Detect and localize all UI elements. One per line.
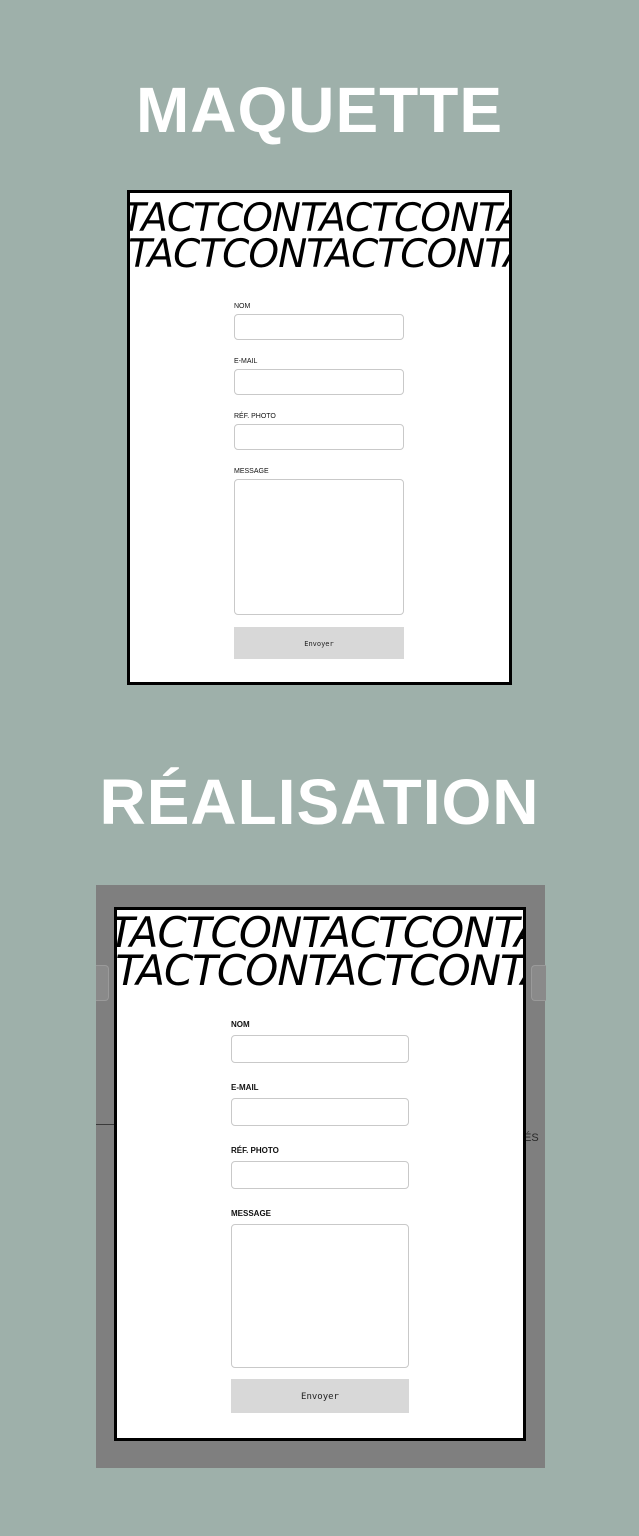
contact-form: NOM E-MAIL RÉF. PHOTO MESSAGE Envoyer <box>231 1020 409 1413</box>
mockup-contact-modal: TACTCONTACTCONTACTCONTACT NTACTCONTACTCO… <box>127 190 512 685</box>
email-input[interactable] <box>234 369 404 395</box>
background-card-right <box>531 965 546 1001</box>
photo-ref-input[interactable] <box>234 424 404 450</box>
message-label: MESSAGE <box>234 468 269 475</box>
message-label: MESSAGE <box>231 1209 272 1218</box>
contact-modal: TACTCONTACTCONTACTCONTACT NTACTCONTACTCO… <box>114 907 526 1441</box>
send-button[interactable]: Envoyer <box>231 1379 409 1413</box>
realisation-title: RÉALISATION <box>99 766 540 838</box>
name-label: NOM <box>234 303 251 310</box>
background-partial-text: ÉS <box>524 1132 539 1144</box>
send-button[interactable]: Envoyer <box>234 627 404 659</box>
name-input[interactable] <box>231 1035 409 1063</box>
background-card-left <box>96 965 109 1001</box>
contact-form: NOM E-MAIL RÉF. PHOTO MESSAGE Envoyer <box>234 303 404 659</box>
contact-marquee-row-2: NTACTCONTACTCONTACTCONTACT <box>127 232 509 277</box>
email-label: E-MAIL <box>234 358 258 365</box>
name-input[interactable] <box>234 314 404 340</box>
contact-marquee-row-2: NTACTCONTACTCONTACTCONTACT <box>114 946 523 995</box>
message-textarea[interactable] <box>234 479 404 615</box>
mockup-title: MAQUETTE <box>135 74 504 146</box>
photo-ref-input[interactable] <box>231 1161 409 1189</box>
email-label: E-MAIL <box>231 1083 259 1092</box>
photo-ref-label: RÉF. PHOTO <box>234 413 276 420</box>
photo-ref-label: RÉF. PHOTO <box>231 1146 279 1155</box>
name-label: NOM <box>231 1020 250 1029</box>
email-input[interactable] <box>231 1098 409 1126</box>
message-textarea[interactable] <box>231 1224 409 1368</box>
